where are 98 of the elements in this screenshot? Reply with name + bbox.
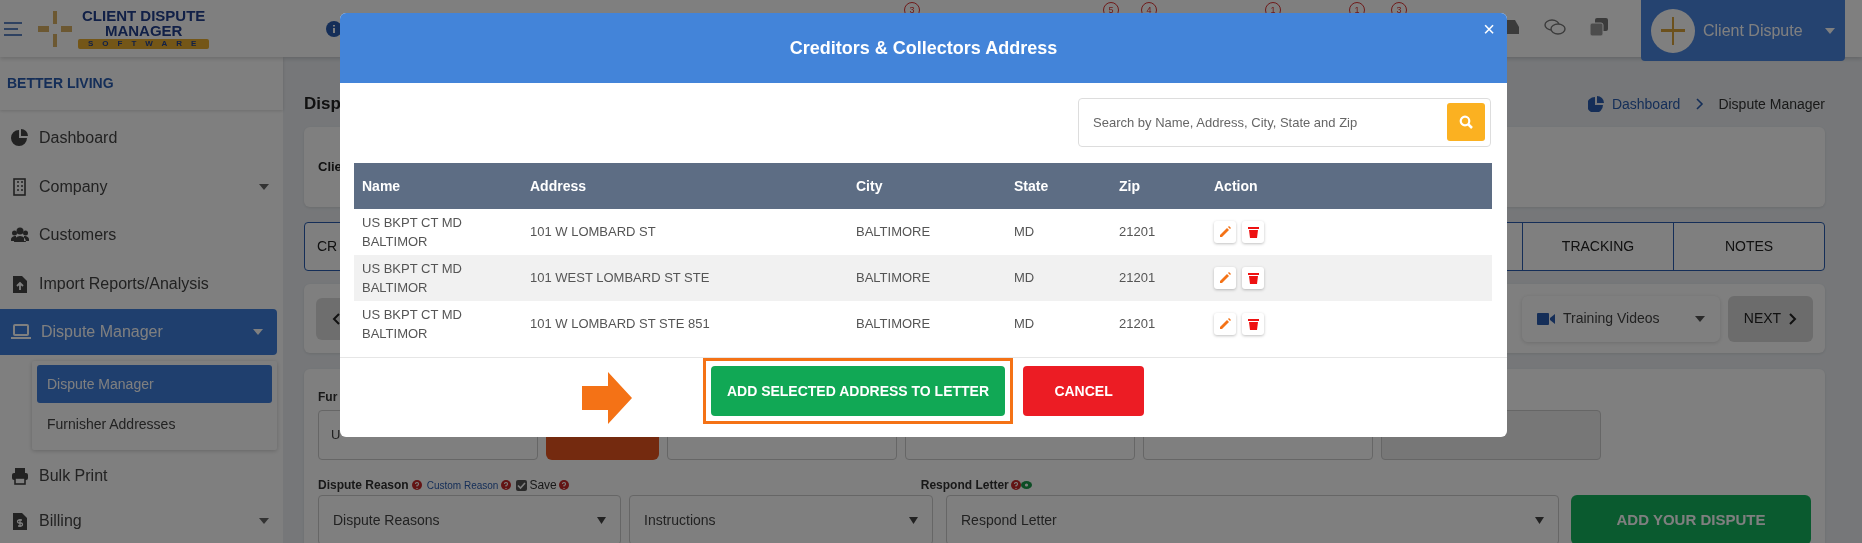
caret-icon — [909, 516, 918, 524]
breadcrumb-link[interactable]: Dashboard — [1611, 93, 1681, 115]
select-field[interactable]: Dispute Reasons — [318, 495, 621, 543]
sidebar-item[interactable]: Billing — [0, 500, 283, 542]
logo[interactable]: CLIENT DISPUTE MANAGER SOFTWARE — [36, 8, 210, 49]
column-header: Action — [1206, 163, 1492, 209]
next-button[interactable]: NEXT — [1728, 295, 1813, 342]
laptop-icon — [11, 323, 31, 341]
pencil-icon — [1219, 317, 1231, 330]
column-header: Zip — [1111, 163, 1206, 209]
checkbox[interactable] — [516, 479, 528, 491]
search-icon — [1459, 115, 1473, 129]
caret-icon — [1695, 315, 1705, 322]
column-header: State — [1006, 163, 1111, 209]
edit-button[interactable] — [1214, 312, 1236, 335]
caret-icon — [597, 516, 606, 524]
chevron-right-icon — [1789, 312, 1798, 325]
chat-icon[interactable] — [1544, 18, 1566, 36]
company-name: BETTER LIVING — [0, 57, 283, 110]
table-cell: US BKPT CT MD BALTIMOR — [354, 209, 522, 255]
close-button[interactable]: × — [1479, 17, 1499, 41]
help-icon[interactable] — [501, 480, 512, 490]
arrow-icon — [582, 372, 632, 424]
submenu-item[interactable]: Furnisher Addresses — [37, 405, 272, 443]
delete-button[interactable] — [1242, 266, 1264, 289]
caret-icon — [1825, 27, 1835, 34]
table-cell: MD — [1006, 255, 1111, 301]
table-cell: 101 W LOMBARD ST — [522, 209, 848, 255]
column-header: Address — [522, 163, 848, 209]
help-icon[interactable] — [558, 480, 569, 490]
sidebar-item[interactable]: Import Reports/Analysis — [0, 259, 283, 308]
add-address-button[interactable]: ADD SELECTED ADDRESS TO LETTER — [710, 366, 1006, 416]
caret-icon — [1535, 516, 1544, 524]
breadcrumb-current: Dispute Manager — [1718, 94, 1825, 114]
table-cell: 21201 — [1111, 209, 1206, 255]
pie-chart-icon — [1587, 96, 1604, 112]
submenu-item[interactable]: Dispute Manager — [37, 365, 272, 403]
training-videos-dropdown[interactable]: Training Videos — [1522, 295, 1720, 342]
table-cell: BALTIMORE — [848, 209, 1006, 255]
help-icon[interactable] — [1010, 480, 1021, 490]
table-cell: US BKPT CT MD BALTIMOR — [354, 301, 522, 347]
pencil-icon — [1219, 225, 1231, 238]
page-title: Disp — [304, 93, 341, 116]
sidebar-item[interactable]: Company — [0, 162, 283, 211]
search-button[interactable] — [1447, 103, 1485, 141]
field-label: Respond Letter — [920, 477, 1009, 494]
table-cell: 21201 — [1111, 255, 1206, 301]
edit-button[interactable] — [1214, 266, 1236, 289]
sidebar-item[interactable]: Dashboard — [0, 114, 283, 163]
trash-icon — [1247, 271, 1259, 284]
eye-icon[interactable] — [1020, 481, 1032, 489]
table-cell: 101 WEST LOMBARD ST STE — [522, 255, 848, 301]
video-camera-icon — [1537, 312, 1555, 325]
menu-icon[interactable] — [4, 21, 22, 36]
copy-icon[interactable] — [1590, 18, 1608, 36]
sidebar-item[interactable]: Bulk Print — [0, 452, 283, 501]
help-icon[interactable] — [411, 480, 422, 490]
sidebar-item[interactable]: Dispute Manager — [0, 309, 277, 355]
modal-title: Creditors & Collectors Address — [789, 36, 1058, 60]
table-cell: MD — [1006, 301, 1111, 347]
users-icon — [11, 226, 29, 245]
table-cell: US BKPT CT MD BALTIMOR — [354, 255, 522, 301]
field-label: Dispute Reason — [318, 477, 409, 494]
printer-icon — [11, 467, 29, 486]
delete-button[interactable] — [1242, 312, 1264, 335]
table-cell: BALTIMORE — [848, 255, 1006, 301]
tab[interactable]: NOTES — [1673, 223, 1824, 270]
select-field[interactable]: Instructions — [629, 495, 933, 543]
edit-button[interactable] — [1214, 220, 1236, 243]
pie-chart-icon — [11, 129, 29, 148]
checkbox-label: Save — [529, 477, 557, 494]
select-field[interactable]: Respond Letter — [946, 495, 1559, 543]
invoice-icon — [11, 512, 29, 530]
add-dispute-button[interactable]: ADD YOUR DISPUTE — [1571, 495, 1811, 543]
client-label: Clie — [318, 158, 342, 177]
sun-icon — [36, 8, 74, 49]
table-cell: 21201 — [1111, 301, 1206, 347]
custom-reason-link[interactable]: Custom Reason — [426, 477, 499, 493]
avatar-icon — [1651, 8, 1695, 53]
delete-button[interactable] — [1242, 220, 1264, 243]
sidebar-item[interactable]: Customers — [0, 211, 283, 260]
pencil-icon — [1219, 271, 1231, 284]
trash-icon — [1247, 317, 1259, 330]
file-upload-icon — [11, 274, 29, 293]
search-field[interactable]: Search by Name, Address, City, State and Zip — [1078, 98, 1491, 147]
table-cell: 101 W LOMBARD ST STE 851 — [522, 301, 848, 347]
chevron-left-icon — [332, 313, 340, 326]
trash-icon — [1247, 225, 1259, 238]
tab[interactable]: TRACKING — [1522, 223, 1673, 270]
table-cell: BALTIMORE — [848, 301, 1006, 347]
building-icon — [11, 177, 29, 196]
field-label: Fur — [318, 389, 338, 406]
column-header: City — [848, 163, 1006, 209]
user-menu[interactable]: Client Dispute — [1641, 0, 1845, 61]
chevron-icon — [1696, 98, 1705, 110]
cancel-button[interactable]: CANCEL — [1023, 366, 1145, 416]
table-cell: MD — [1006, 209, 1111, 255]
column-header: Name — [354, 163, 522, 209]
